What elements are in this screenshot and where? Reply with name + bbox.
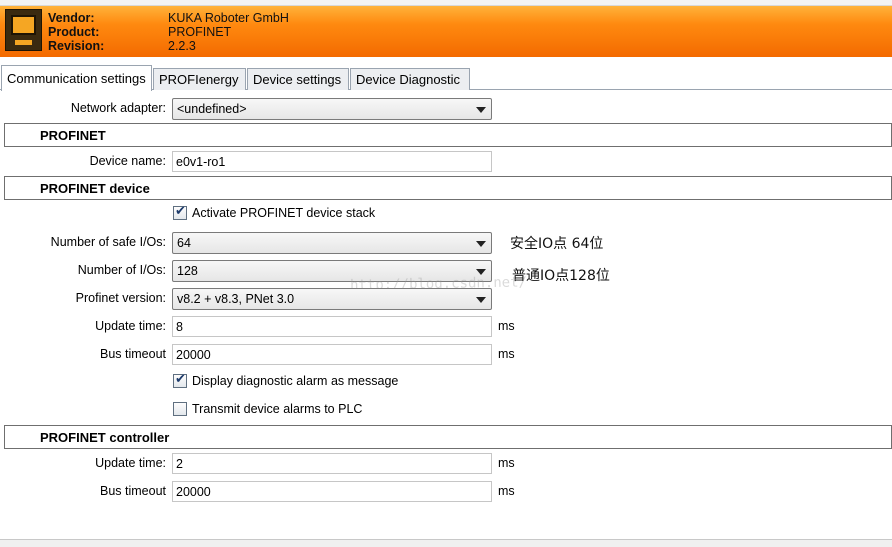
device-update-time-label: Update time:: [95, 319, 166, 333]
device-header-banner: Vendor: KUKA Roboter GmbH Product: PROFI…: [0, 6, 892, 57]
revision-label: Revision:: [48, 39, 105, 53]
vendor-value: KUKA Roboter GmbH: [168, 11, 289, 25]
transmit-alarms-label: Transmit device alarms to PLC: [192, 402, 363, 416]
revision-value: 2.2.3: [168, 39, 196, 53]
safe-ios-value: 64: [177, 236, 191, 250]
network-adapter-value: <undefined>: [177, 102, 247, 116]
controller-update-time-label: Update time:: [95, 456, 166, 470]
controller-update-time-unit: ms: [498, 456, 515, 470]
diag-alarm-label: Display diagnostic alarm as message: [192, 374, 399, 388]
product-label: Product:: [48, 25, 100, 39]
device-bus-timeout-unit: ms: [498, 347, 515, 361]
transmit-alarms-checkbox[interactable]: [173, 402, 187, 416]
controller-bus-timeout-label: Bus timeout: [99, 484, 166, 498]
vendor-label: Vendor:: [48, 11, 95, 25]
device-update-time-field[interactable]: 8: [172, 316, 492, 337]
network-adapter-label: Network adapter:: [70, 101, 166, 115]
tab-device-diagnostic[interactable]: Device Diagnostic: [350, 68, 470, 90]
tab-device-settings[interactable]: Device settings: [247, 68, 349, 90]
chevron-down-icon: [476, 297, 486, 303]
safe-ios-annotation: 安全IO点 64位: [510, 236, 604, 252]
product-value: PROFINET: [168, 25, 232, 39]
activate-stack-label: Activate PROFINET device stack: [192, 206, 376, 220]
controller-update-time-field[interactable]: 2: [172, 453, 492, 474]
tab-profienergy[interactable]: PROFIenergy: [153, 68, 246, 90]
safe-ios-select[interactable]: 64: [172, 232, 492, 254]
profinet-version-value: v8.2 + v8.3, PNet 3.0: [177, 292, 295, 306]
device-bus-timeout-field[interactable]: 20000: [172, 344, 492, 365]
section-profinet: PROFINET: [4, 123, 892, 147]
device-name-field[interactable]: e0v1-ro1: [172, 151, 492, 172]
network-adapter-select[interactable]: <undefined>: [172, 98, 492, 120]
chevron-down-icon: [476, 241, 486, 247]
chevron-down-icon: [476, 269, 486, 275]
profinet-version-label: Profinet version:: [75, 291, 166, 305]
section-profinet-device: PROFINET device: [4, 176, 892, 200]
device-update-time-unit: ms: [498, 319, 515, 333]
controller-bus-timeout-unit: ms: [498, 484, 515, 498]
ios-value: 128: [177, 264, 198, 278]
check-mark-icon: ✔: [175, 204, 186, 219]
kuka-controller-icon: [5, 9, 42, 51]
check-mark-icon: ✔: [175, 372, 186, 387]
window-bottom-edge: [0, 539, 892, 547]
device-name-label: Device name:: [89, 154, 166, 168]
safe-ios-label: Number of safe I/Os:: [50, 235, 166, 249]
device-bus-timeout-label: Bus timeout: [99, 347, 166, 361]
tab-communication-settings[interactable]: Communication settings: [1, 65, 152, 91]
ios-label: Number of I/Os:: [77, 263, 166, 277]
chevron-down-icon: [476, 107, 486, 113]
profinet-version-select[interactable]: v8.2 + v8.3, PNet 3.0: [172, 288, 492, 310]
activate-stack-checkbox[interactable]: ✔: [173, 204, 187, 220]
controller-bus-timeout-field[interactable]: 20000: [172, 481, 492, 502]
diag-alarm-checkbox[interactable]: ✔: [173, 372, 187, 388]
section-profinet-controller: PROFINET controller: [4, 425, 892, 449]
settings-tab-strip: Communication settings PROFIenergy Devic…: [0, 63, 892, 91]
